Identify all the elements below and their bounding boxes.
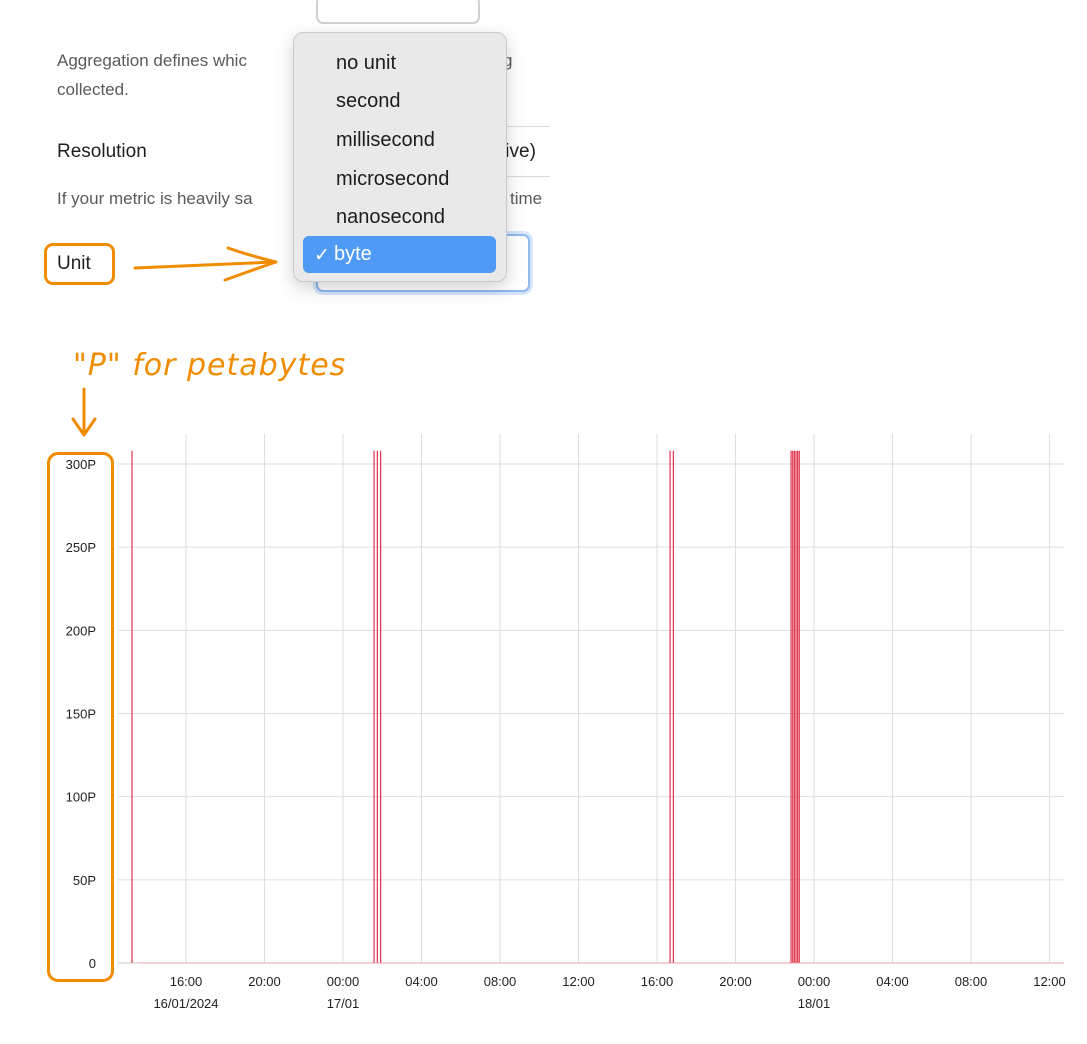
aggregation-text-line1-left: Aggregation defines whic	[57, 51, 247, 70]
y-tick-label: 200P	[66, 623, 96, 638]
option-microsecond[interactable]: microsecond	[336, 168, 449, 191]
option-byte-label: byte	[334, 243, 372, 265]
x-tick-time: 04:00	[876, 974, 909, 989]
x-tick-time: 12:00	[1033, 974, 1066, 989]
x-tick-time: 16:00	[170, 974, 203, 989]
x-tick-time: 08:00	[484, 974, 517, 989]
divider-bottom	[500, 176, 550, 177]
divider-top	[500, 126, 550, 127]
petabytes-annotation: "P" for petabytes	[73, 348, 347, 383]
x-tick-date: 16/01/2024	[153, 996, 218, 1011]
x-tick-date: 18/01	[798, 996, 831, 1011]
x-tick-time: 00:00	[327, 974, 360, 989]
x-tick-time: 20:00	[248, 974, 281, 989]
x-tick-time: 00:00	[798, 974, 831, 989]
checkmark-icon: ✓	[314, 245, 330, 266]
option-nanosecond[interactable]: nanosecond	[336, 206, 445, 229]
option-second[interactable]: second	[336, 90, 401, 113]
x-tick-time: 16:00	[641, 974, 674, 989]
resolution-help-left: If your metric is heavily sa	[57, 189, 253, 208]
y-tick-label: 100P	[66, 790, 96, 805]
resolution-help-right: time	[510, 189, 543, 208]
x-tick-time: 08:00	[955, 974, 988, 989]
select-border-top	[316, 0, 480, 24]
y-tick-label: 0	[89, 956, 96, 971]
unit-dropdown-menu: no unit second millisecond microsecond n…	[293, 32, 507, 282]
resolution-label: Resolution	[57, 141, 147, 162]
option-no-unit[interactable]: no unit	[336, 52, 396, 75]
option-millisecond[interactable]: millisecond	[336, 129, 435, 152]
x-tick-date: 17/01	[327, 996, 360, 1011]
x-tick-time: 20:00	[719, 974, 752, 989]
y-tick-label: 150P	[66, 707, 96, 722]
option-byte-selected[interactable]: ✓ byte	[303, 236, 496, 273]
aggregation-text-line2: collected.	[57, 80, 129, 99]
arrow-to-dropdown	[133, 246, 278, 282]
bytes-chart: 0 50P 100P 150P 200P 250P 300P 16:00 16/01/2024 2…	[66, 434, 1066, 1011]
unit-label: Unit	[57, 253, 91, 274]
x-tick-time: 04:00	[405, 974, 438, 989]
y-tick-label: 300P	[66, 457, 96, 472]
y-tick-label: 250P	[66, 540, 96, 555]
y-tick-label: 50P	[73, 873, 96, 888]
x-tick-time: 12:00	[562, 974, 595, 989]
